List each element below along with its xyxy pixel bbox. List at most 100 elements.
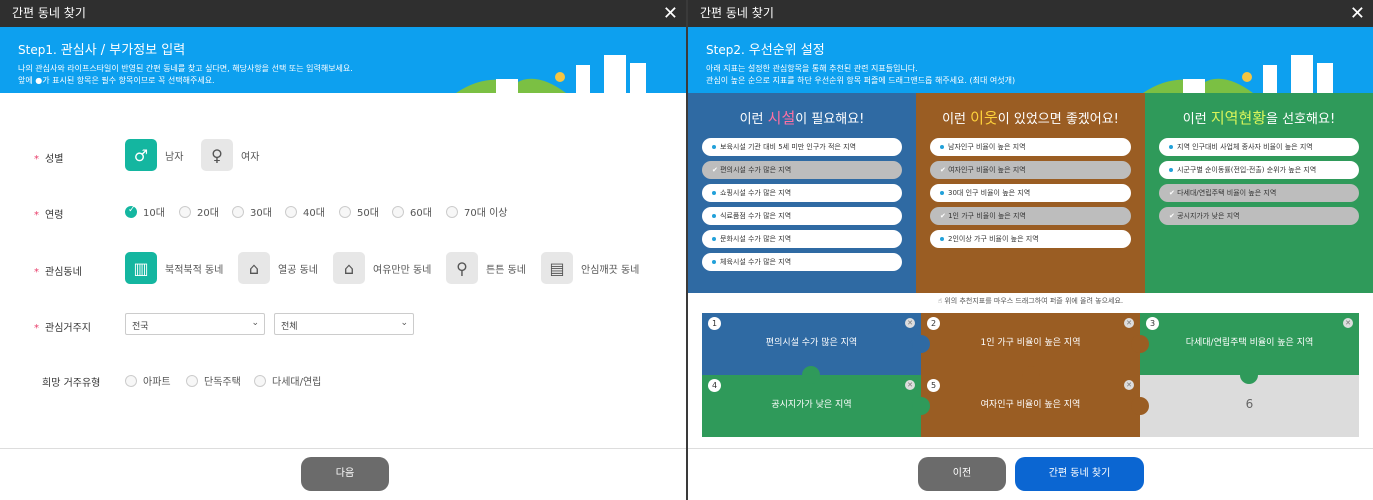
close-icon[interactable]: ✕ (663, 0, 678, 27)
prev-button[interactable]: 이전 (918, 457, 1006, 491)
remove-icon[interactable]: ✕ (1343, 318, 1353, 328)
bullet-icon (712, 237, 716, 241)
heading-post: 을 선호해요! (1266, 112, 1336, 127)
age-option-label: 50대 (357, 208, 379, 219)
interest-option-label: 북적북적 동네 (165, 264, 224, 276)
heading-pre: 이런 (739, 112, 768, 127)
indicator-item[interactable]: 시군구별 순이동률(전입-전출) 순위가 높은 지역 (1159, 161, 1359, 179)
age-option[interactable]: 60대 (392, 204, 432, 219)
indicator-item[interactable]: 남자인구 비율이 높은 지역 (930, 138, 1131, 156)
age-option-label: 40대 (303, 208, 325, 219)
interest-option[interactable]: ▤ 안심깨끗 동네 (541, 252, 639, 284)
sigungu-select[interactable]: 전체 ⌄ (274, 313, 414, 335)
column-heading: 이런 시설이 필요해요! (688, 107, 916, 128)
chevron-down-icon: ⌄ (251, 318, 259, 328)
heading-post: 이 있었으면 좋겠어요! (997, 112, 1119, 127)
find-neighborhood-button[interactable]: 간편 동네 찾기 (1015, 457, 1144, 491)
region-row: * 관심거주지 전국 ⌄ 전체 ⌄ (0, 311, 686, 351)
interest-option[interactable]: ⌂ 열공 동네 (238, 252, 318, 284)
age-option[interactable]: 40대 (285, 204, 325, 219)
indicator-item[interactable]: 쇼핑시설 수가 많은 지역 (702, 184, 902, 202)
puzzle-connector-icon (912, 335, 930, 353)
drag-hint: ☝ 위의 추천지표를 마우스 드래그하여 퍼즐 위에 올려 놓으세요. (688, 296, 1373, 306)
school-icon: ⌂ (238, 252, 270, 284)
age-option-label: 30대 (250, 208, 272, 219)
age-option-label: 20대 (197, 208, 219, 219)
indicator-item[interactable]: ✔ 편의시설 수가 많은 지역 (702, 161, 902, 179)
indicator-item-label: 보육시설 기관 대비 5세 미만 인구가 적은 지역 (720, 143, 856, 151)
indicator-item[interactable]: 지역 인구대비 사업체 종사자 비율이 높은 지역 (1159, 138, 1359, 156)
close-icon[interactable]: ✕ (1350, 0, 1365, 27)
indicator-item-label: 공시지가가 낮은 지역 (1177, 212, 1240, 220)
indicator-item[interactable]: 보육시설 기관 대비 5세 미만 인구가 적은 지역 (702, 138, 902, 156)
bullet-icon (940, 191, 944, 195)
tennis-racket-icon: ⚲ (446, 252, 478, 284)
housing-option-label: 단독주택 (204, 377, 241, 388)
age-option[interactable]: 30대 (232, 204, 272, 219)
indicator-item[interactable]: 체육시설 수가 많은 지역 (702, 253, 902, 271)
housing-option[interactable]: 다세대/연립 (254, 373, 321, 388)
age-option[interactable]: 50대 (339, 204, 379, 219)
puzzle-connector-icon (802, 366, 820, 384)
bullet-icon (712, 145, 716, 149)
bullet-icon (712, 260, 716, 264)
check-icon: ✔ (712, 166, 721, 174)
indicator-item[interactable]: 문화시설 수가 많은 지역 (702, 230, 902, 248)
housing-option[interactable]: 단독주택 (186, 373, 241, 388)
age-row: *연령 10대 20대 30대 40대 50대 60대 70대 이상 (0, 202, 686, 242)
piece-number: 3 (1146, 317, 1159, 330)
sigungu-value: 전체 (281, 322, 298, 332)
age-option[interactable]: 20대 (179, 204, 219, 219)
window-title: 간편 동네 찾기 (12, 6, 86, 20)
puzzle-connector-icon (1131, 397, 1149, 415)
interest-option-label: 열공 동네 (278, 264, 318, 276)
bullet-icon (940, 145, 944, 149)
indicator-item[interactable]: ✔ 여자인구 비율이 높은 지역 (930, 161, 1131, 179)
titlebar: 간편 동네 찾기 ✕ (0, 0, 686, 27)
interest-option[interactable]: ⚲ 튼튼 동네 (446, 252, 526, 284)
indicator-item[interactable]: 30대 인구 비율이 높은 지역 (930, 184, 1131, 202)
indicator-item[interactable]: ✔ 공시지가가 낮은 지역 (1159, 207, 1359, 225)
age-option-label: 70대 이상 (464, 208, 508, 219)
remove-icon[interactable]: ✕ (1124, 318, 1134, 328)
gender-label: 성별 (45, 154, 64, 165)
check-icon: ✔ (1169, 212, 1178, 220)
interest-option-label: 튼튼 동네 (486, 264, 526, 276)
piece-number: 1 (708, 317, 721, 330)
indicator-item[interactable]: 2인이상 가구 비율이 높은 지역 (930, 230, 1131, 248)
gender-female-option[interactable]: ♀ 여자 (201, 139, 259, 171)
gender-male-label: 남자 (165, 151, 184, 163)
puzzle-piece[interactable]: 6 (1140, 375, 1359, 437)
male-icon: ♂ (125, 139, 157, 171)
sido-select[interactable]: 전국 ⌄ (125, 313, 265, 335)
indicator-item-label: 30대 인구 비율이 높은 지역 (948, 189, 1031, 197)
interest-option[interactable]: ▥ 북적북적 동네 (125, 252, 223, 284)
remove-icon[interactable]: ✕ (1124, 380, 1134, 390)
remove-icon[interactable]: ✕ (905, 380, 915, 390)
housing-label: 희망 거주유형 (42, 378, 101, 389)
interest-option[interactable]: ⌂ 여유만만 동네 (333, 252, 431, 284)
indicator-item[interactable]: ✔ 다세대/연립주택 비율이 높은 지역 (1159, 184, 1359, 202)
indicator-column: 이런 이웃이 있었으면 좋겠어요! 남자인구 비율이 높은 지역 ✔ 여자인구 비율… (916, 93, 1145, 293)
age-option[interactable]: 10대 (125, 204, 165, 219)
piece-label: 편의시설 수가 많은 지역 (765, 338, 858, 348)
gender-male-option[interactable]: ♂ 남자 (125, 139, 183, 171)
puzzle-piece[interactable]: 4 ✕ 공시지가가 낮은 지역 (702, 375, 921, 437)
indicator-item[interactable]: 식료품점 수가 많은 지역 (702, 207, 902, 225)
age-option[interactable]: 70대 이상 (446, 204, 508, 219)
radio-icon (179, 205, 191, 218)
radio-icon (285, 205, 297, 218)
indicator-item-label: 지역 인구대비 사업체 종사자 비율이 높은 지역 (1177, 143, 1313, 151)
indicator-column: 이런 시설이 필요해요! 보육시설 기관 대비 5세 미만 인구가 적은 지역 ✔ … (688, 93, 916, 293)
radio-icon (186, 374, 198, 387)
bullet-icon (1169, 145, 1173, 149)
indicator-item[interactable]: ✔ 1인 가구 비율이 높은 지역 (930, 207, 1131, 225)
next-button[interactable]: 다음 (301, 457, 389, 491)
puzzle-piece[interactable]: 5 ✕ 여자인구 비율이 높은 지역 (921, 375, 1140, 437)
housing-option[interactable]: 아파트 (125, 373, 171, 388)
heading-emphasis: 시설 (767, 109, 796, 127)
interest-label: 관심동네 (45, 267, 82, 278)
heading-emphasis: 지역현황 (1210, 109, 1267, 127)
remove-icon[interactable]: ✕ (905, 318, 915, 328)
column-heading: 이런 지역현황을 선호해요! (1145, 107, 1373, 128)
